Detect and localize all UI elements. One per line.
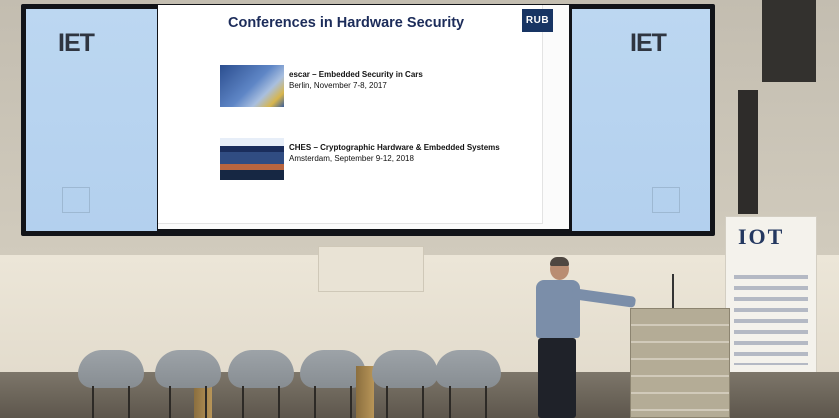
stage-chair bbox=[78, 350, 144, 418]
stage-chair bbox=[155, 350, 221, 418]
presentation-slide: Conferences in Hardware Security escar –… bbox=[158, 5, 569, 229]
speaker-person bbox=[528, 257, 637, 418]
conference-text: CHES – Cryptographic Hardware & Embedded… bbox=[289, 138, 500, 180]
conference-name: CHES – Cryptographic Hardware & Embedded… bbox=[289, 143, 500, 152]
rub-logo-badge: RUB bbox=[522, 9, 553, 32]
wall-panel bbox=[318, 246, 424, 292]
slide-title: Conferences in Hardware Security bbox=[228, 15, 465, 31]
conference-detail: Berlin, November 7-8, 2017 bbox=[289, 81, 387, 90]
ches-thumbnail-icon bbox=[220, 138, 284, 180]
speaker-box-upper bbox=[762, 0, 816, 82]
right-side-screen: IET bbox=[572, 9, 710, 231]
speaker-box bbox=[738, 90, 758, 214]
stage-chair bbox=[372, 350, 438, 418]
conference-name: escar – Embedded Security in Cars bbox=[289, 70, 423, 79]
iet-logo-right: IET bbox=[630, 29, 667, 57]
escar-thumbnail-icon bbox=[220, 65, 284, 107]
conference-item-ches: CHES – Cryptographic Hardware & Embedded… bbox=[220, 138, 500, 180]
banner-text-block bbox=[734, 275, 808, 365]
event-mark-icon bbox=[652, 187, 680, 213]
iot-logo: IOT bbox=[738, 224, 785, 249]
slide-content: Conferences in Hardware Security escar –… bbox=[158, 5, 543, 224]
conference-item-escar: escar – Embedded Security in Cars Berlin… bbox=[220, 65, 423, 107]
event-mark-icon bbox=[62, 187, 90, 213]
conference-detail: Amsterdam, September 9-12, 2018 bbox=[289, 154, 414, 163]
iet-logo-left: IET bbox=[58, 29, 95, 57]
stage-chair bbox=[435, 350, 501, 418]
left-side-screen: IET bbox=[26, 9, 157, 231]
stage-chair bbox=[228, 350, 294, 418]
conference-text: escar – Embedded Security in Cars Berlin… bbox=[289, 65, 423, 107]
microphone bbox=[672, 274, 674, 308]
lectern bbox=[630, 308, 730, 418]
